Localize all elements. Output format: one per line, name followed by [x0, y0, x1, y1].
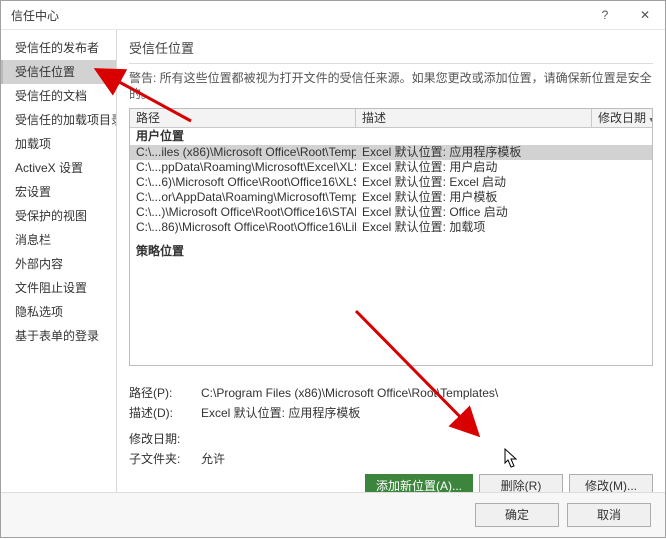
table-header: 路径 描述 修改日期▼: [130, 109, 652, 128]
column-header-desc[interactable]: 描述: [356, 109, 592, 127]
trust-center-dialog: 信任中心 ? ✕ 受信任的发布者 受信任位置 受信任的文档 受信任的加载项目录 …: [0, 0, 666, 538]
table-row[interactable]: C:\...6)\Microsoft Office\Root\Office16\…: [130, 175, 652, 190]
group-user-locations: 用户位置: [130, 128, 652, 145]
table-row[interactable]: C:\...iles (x86)\Microsoft Office\Root\T…: [130, 145, 652, 160]
close-icon[interactable]: ✕: [625, 1, 665, 29]
cell-date: [592, 205, 652, 220]
table-row[interactable]: C:\...or\AppData\Roaming\Microsoft\Templ…: [130, 190, 652, 205]
panel-title: 受信任位置: [129, 36, 653, 64]
remove-location-button[interactable]: 删除(R): [479, 474, 563, 492]
sort-indicator-icon: ▼: [648, 117, 652, 124]
cell-desc: Excel 默认位置: 用户启动: [356, 160, 592, 175]
dialog-footer: 确定 取消: [1, 492, 665, 537]
sidebar-item-trusted-locations[interactable]: 受信任位置: [1, 60, 116, 84]
column-header-path[interactable]: 路径: [130, 109, 356, 127]
cell-desc: Excel 默认位置: 加载项: [356, 220, 592, 235]
location-details: 路径(P): C:\Program Files (x86)\Microsoft …: [129, 384, 653, 470]
detail-path-label: 路径(P):: [129, 384, 201, 402]
table-row[interactable]: C:\...86)\Microsoft Office\Root\Office16…: [130, 220, 652, 235]
sidebar-item-file-block[interactable]: 文件阻止设置: [1, 276, 116, 300]
sidebar-item-trusted-documents[interactable]: 受信任的文档: [1, 84, 116, 108]
column-header-date[interactable]: 修改日期▼: [592, 109, 652, 127]
cell-date: [592, 145, 652, 160]
panel-warning: 警告: 所有这些位置都被视为打开文件的受信任来源。如果您更改或添加位置，请确保新…: [129, 70, 653, 102]
cell-path: C:\...or\AppData\Roaming\Microsoft\Templ…: [130, 190, 356, 205]
cell-path: C:\...86)\Microsoft Office\Root\Office16…: [130, 220, 356, 235]
cell-desc: Excel 默认位置: 应用程序模板: [356, 145, 592, 160]
table-row[interactable]: C:\...ppData\Roaming\Microsoft\Excel\XLS…: [130, 160, 652, 175]
table-body[interactable]: 用户位置 C:\...iles (x86)\Microsoft Office\R…: [130, 128, 652, 365]
detail-subfolders-value: 允许: [201, 450, 653, 468]
cell-desc: Excel 默认位置: 用户模板: [356, 190, 592, 205]
detail-desc-value: Excel 默认位置: 应用程序模板: [201, 404, 653, 422]
sidebar: 受信任的发布者 受信任位置 受信任的文档 受信任的加载项目录 加载项 Activ…: [1, 30, 117, 492]
sidebar-item-activex[interactable]: ActiveX 设置: [1, 156, 116, 180]
main-panel: 受信任位置 警告: 所有这些位置都被视为打开文件的受信任来源。如果您更改或添加位…: [117, 30, 665, 492]
detail-desc-label: 描述(D):: [129, 404, 201, 422]
modify-location-button[interactable]: 修改(M)...: [569, 474, 653, 492]
group-policy-locations: 策略位置: [130, 243, 652, 260]
ok-button[interactable]: 确定: [475, 503, 559, 527]
sidebar-item-addins[interactable]: 加载项: [1, 132, 116, 156]
cell-desc: Excel 默认位置: Office 启动: [356, 205, 592, 220]
cell-date: [592, 220, 652, 235]
cell-path: C:\...ppData\Roaming\Microsoft\Excel\XLS…: [130, 160, 356, 175]
cell-path: C:\...)\Microsoft Office\Root\Office16\S…: [130, 205, 356, 220]
sidebar-item-protected-view[interactable]: 受保护的视图: [1, 204, 116, 228]
sidebar-item-trusted-publishers[interactable]: 受信任的发布者: [1, 36, 116, 60]
detail-subfolders-label: 子文件夹:: [129, 450, 201, 468]
detail-date-value: [201, 430, 653, 448]
sidebar-item-form-login[interactable]: 基于表单的登录: [1, 324, 116, 348]
column-header-date-label: 修改日期: [598, 111, 646, 125]
window-controls: ? ✕: [585, 1, 665, 29]
cell-path: C:\...6)\Microsoft Office\Root\Office16\…: [130, 175, 356, 190]
detail-path-value: C:\Program Files (x86)\Microsoft Office\…: [201, 384, 653, 402]
sidebar-item-macros[interactable]: 宏设置: [1, 180, 116, 204]
cell-desc: Excel 默认位置: Excel 启动: [356, 175, 592, 190]
sidebar-item-external-content[interactable]: 外部内容: [1, 252, 116, 276]
help-icon[interactable]: ?: [585, 1, 625, 29]
cancel-button[interactable]: 取消: [567, 503, 651, 527]
locations-table: 路径 描述 修改日期▼ 用户位置 C:\...iles (x86)\Micros…: [129, 108, 653, 366]
cell-date: [592, 160, 652, 175]
titlebar: 信任中心 ? ✕: [1, 1, 665, 30]
body: 受信任的发布者 受信任位置 受信任的文档 受信任的加载项目录 加载项 Activ…: [1, 30, 665, 492]
sidebar-item-trusted-addin-catalogs[interactable]: 受信任的加载项目录: [1, 108, 116, 132]
sidebar-item-privacy[interactable]: 隐私选项: [1, 300, 116, 324]
sidebar-item-message-bar[interactable]: 消息栏: [1, 228, 116, 252]
location-actions: 添加新位置(A)... 删除(R) 修改(M)...: [129, 474, 653, 492]
window-title: 信任中心: [11, 7, 59, 24]
cell-date: [592, 175, 652, 190]
table-row[interactable]: C:\...)\Microsoft Office\Root\Office16\S…: [130, 205, 652, 220]
detail-date-label: 修改日期:: [129, 430, 201, 448]
add-location-button[interactable]: 添加新位置(A)...: [365, 474, 473, 492]
cell-date: [592, 190, 652, 205]
cell-path: C:\...iles (x86)\Microsoft Office\Root\T…: [130, 145, 356, 160]
